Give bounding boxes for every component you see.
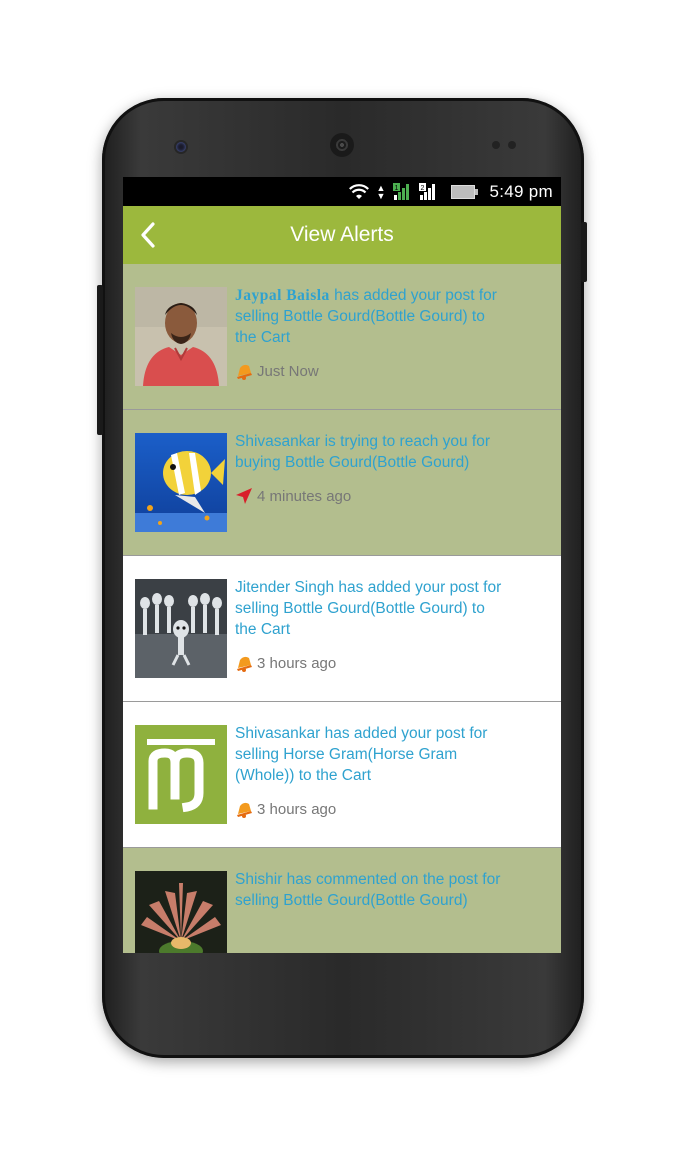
alert-time: 4 minutes ago — [257, 487, 352, 505]
light-sensor — [508, 141, 516, 149]
alert-message: Shivasankar is trying to reach you for b… — [235, 433, 491, 471]
brand-logo-icon — [135, 725, 227, 824]
bell-icon — [237, 802, 252, 818]
wifi-icon — [348, 183, 369, 199]
data-arrows-icon: ▲ ▼ — [376, 182, 386, 201]
svg-text:1: 1 — [395, 185, 399, 192]
alert-item[interactable]: Jitender Singh has added your post for s… — [123, 556, 561, 702]
status-bar: ▲ ▼ 1 2 5:49 pm — [123, 177, 561, 206]
avatar — [135, 287, 227, 386]
front-camera — [176, 142, 186, 152]
alert-time: 3 hours ago — [257, 654, 337, 672]
earpiece-speaker — [330, 133, 354, 157]
alert-meta: 4 minutes ago — [235, 487, 510, 505]
alert-message: Shivasankar has added your post for sell… — [235, 725, 488, 784]
alert-item[interactable]: Jaypal Baisla has added your post for se… — [123, 264, 561, 410]
battery-icon — [451, 184, 479, 199]
alert-time: 3 hours ago — [257, 800, 337, 818]
alerts-list[interactable]: Jaypal Baisla has added your post for se… — [123, 264, 561, 953]
alert-item[interactable]: Shivasankar has added your post for sell… — [123, 702, 561, 848]
proximity-sensor — [492, 141, 500, 149]
alert-user-name[interactable]: Jaypal Baisla — [235, 287, 330, 304]
alert-item[interactable]: Shivasankar is trying to reach you for b… — [123, 410, 561, 556]
bell-icon — [237, 364, 252, 380]
alert-message: Jitender Singh has added your post for s… — [235, 579, 502, 638]
power-button — [581, 222, 587, 282]
avatar — [135, 725, 227, 824]
alert-message: Jaypal Baisla has added your post for se… — [235, 287, 497, 346]
alert-time: Just Now — [257, 362, 319, 380]
screen: ▲ ▼ 1 2 5:49 pm View Alerts Jaypal Baisl… — [123, 177, 561, 953]
sim2-signal-icon: 2 — [419, 182, 436, 200]
alert-meta: 3 hours ago — [235, 800, 510, 818]
volume-button — [97, 285, 103, 435]
alert-meta: Just Now — [235, 362, 510, 380]
svg-text:2: 2 — [421, 185, 425, 192]
alert-meta: 3 hours ago — [235, 654, 510, 672]
alert-message: Shishir has commented on the post for se… — [235, 871, 501, 909]
navigation-arrow-icon — [236, 488, 252, 504]
avatar — [135, 579, 227, 678]
back-button[interactable] — [133, 220, 163, 250]
chevron-left-icon — [141, 222, 155, 248]
app-bar: View Alerts — [123, 206, 561, 264]
page-title: View Alerts — [290, 223, 394, 246]
status-time: 5:49 pm — [489, 181, 553, 201]
alert-item[interactable]: Shishir has commented on the post for se… — [123, 848, 561, 953]
sim1-signal-icon: 1 — [393, 182, 410, 200]
avatar — [135, 871, 227, 953]
avatar — [135, 433, 227, 532]
bell-icon — [237, 656, 252, 672]
